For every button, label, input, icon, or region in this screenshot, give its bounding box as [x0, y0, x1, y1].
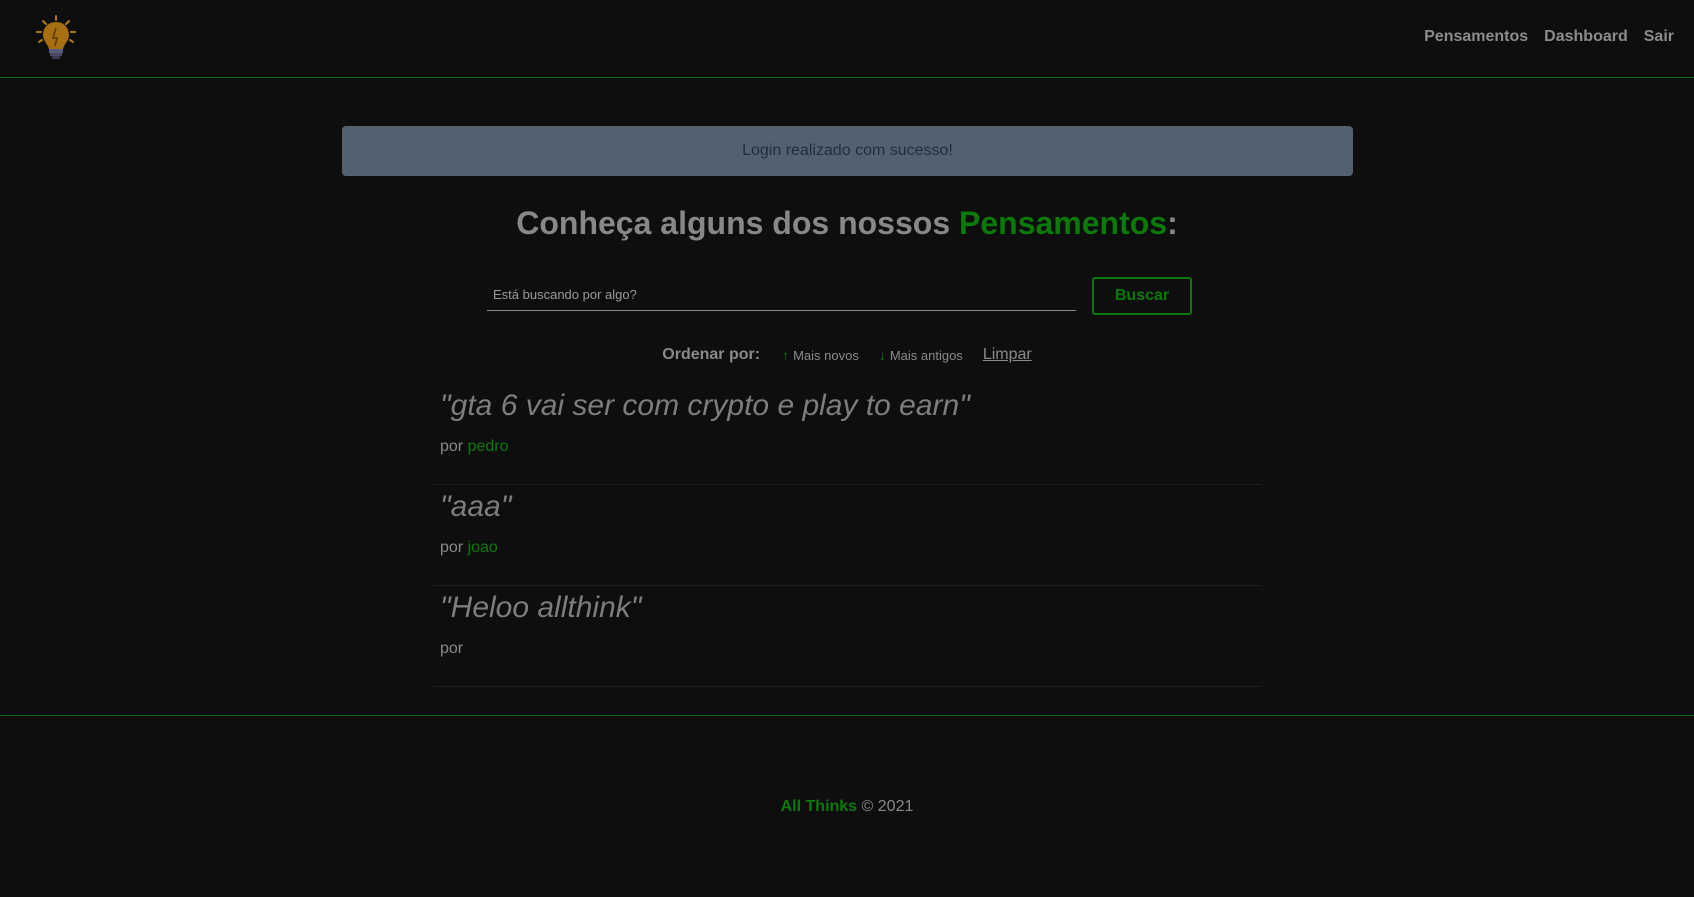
footer-text: All Thinks © 2021: [0, 798, 1694, 816]
footer-brand: All Thinks: [780, 798, 858, 815]
order-label: Ordenar por:: [662, 346, 761, 363]
thought-by: por: [440, 640, 464, 657]
search-input[interactable]: [487, 279, 1076, 311]
thought-item: "gta 6 vai ser com crypto e play to earn…: [433, 384, 1262, 485]
footer-copyright: © 2021: [861, 798, 914, 815]
nav-link-dashboard[interactable]: Dashboard: [1544, 28, 1628, 46]
thought-author: pedro: [467, 438, 509, 455]
thought-text: "aaa": [440, 490, 512, 523]
navbar: Pensamentos Dashboard Sair: [0, 0, 1694, 78]
thought-meta: por pedro: [440, 438, 509, 456]
thought-author: joao: [467, 539, 498, 556]
flash-message: Login realizado com sucesso!: [342, 126, 1353, 176]
thought-text: "gta 6 vai ser com crypto e play to earn…: [440, 389, 970, 422]
nav-link-sair[interactable]: Sair: [1644, 28, 1674, 46]
lightbulb-icon[interactable]: [34, 14, 78, 60]
page-title: Conheça alguns dos nossos Pensamentos:: [0, 205, 1694, 242]
footer: All Thinks © 2021: [0, 715, 1694, 897]
order-bar: Ordenar por: ↑ Mais novos ↓ Mais antigos…: [0, 346, 1694, 364]
thought-by: por: [440, 539, 464, 556]
thought-meta: por joao: [440, 539, 498, 557]
flash-message-text: Login realizado com sucesso!: [742, 142, 953, 159]
order-oldest-label: Mais antigos: [889, 347, 963, 363]
page-title-suffix: :: [1167, 205, 1178, 241]
order-newest-link[interactable]: ↑ Mais novos: [782, 347, 859, 363]
page-title-prefix: Conheça alguns dos nossos: [516, 205, 959, 241]
arrow-up-icon: ↑: [782, 347, 790, 363]
search-button[interactable]: Buscar: [1092, 277, 1192, 315]
order-newest-label: Mais novos: [793, 347, 859, 363]
thought-item: "Heloo allthink" por: [433, 586, 1262, 687]
thought-text: "Heloo allthink": [440, 591, 642, 624]
thought-item: "aaa" por joao: [433, 485, 1262, 586]
thoughts-list: "gta 6 vai ser com crypto e play to earn…: [433, 384, 1262, 687]
arrow-down-icon: ↓: [878, 347, 886, 363]
order-oldest-link[interactable]: ↓ Mais antigos: [879, 347, 963, 363]
thought-by: por: [440, 438, 464, 455]
page-title-accent: Pensamentos: [959, 205, 1168, 241]
clear-order-link[interactable]: Limpar: [983, 346, 1032, 364]
nav-links: Pensamentos Dashboard Sair: [1408, 28, 1674, 46]
search-form: Buscar: [487, 277, 1192, 315]
nav-link-pensamentos[interactable]: Pensamentos: [1424, 28, 1528, 46]
thought-meta: por: [440, 640, 463, 658]
